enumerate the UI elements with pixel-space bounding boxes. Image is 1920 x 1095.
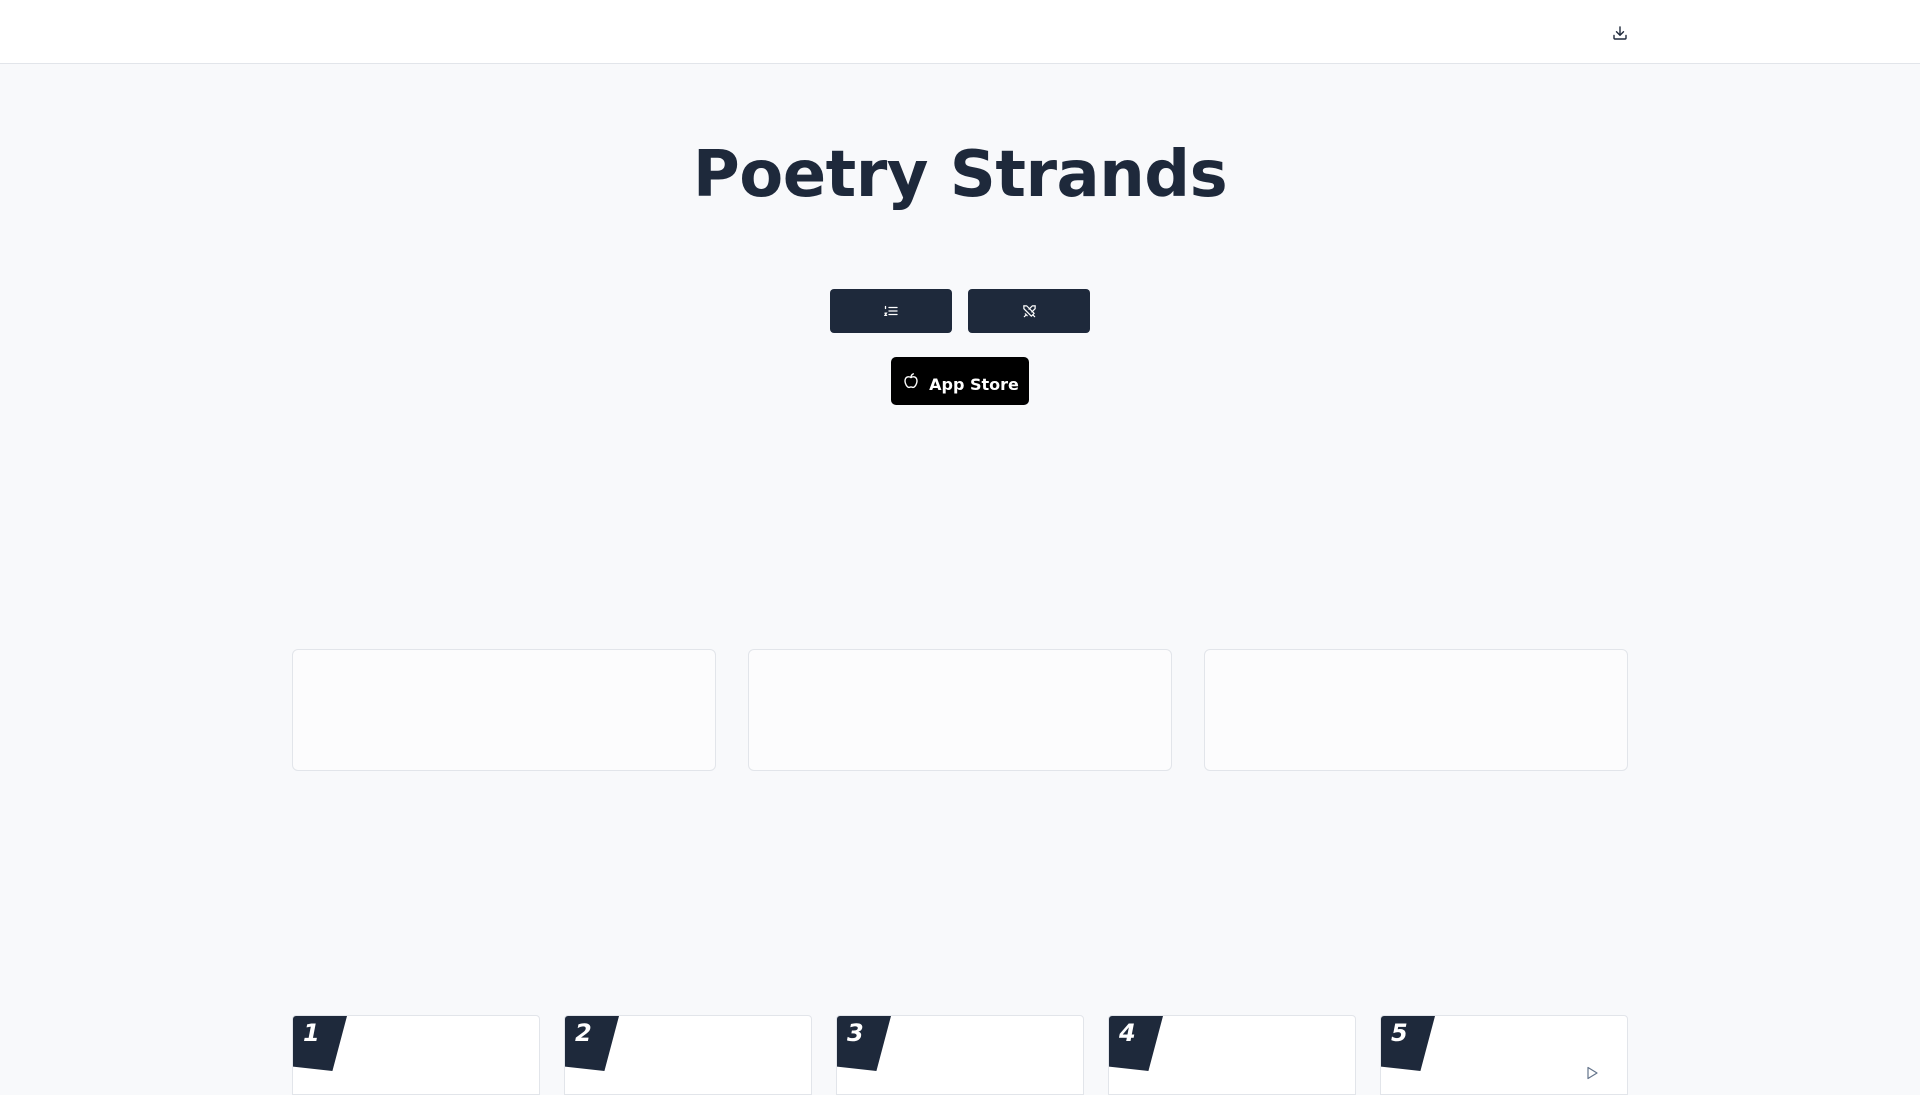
level-number: 5 (1391, 1019, 1408, 1047)
level-number: 1 (303, 1019, 320, 1047)
play-icon[interactable] (1584, 1065, 1600, 1081)
info-card (292, 649, 716, 771)
download-button[interactable] (1607, 20, 1633, 46)
level-tag (293, 1016, 347, 1071)
apple-icon (904, 373, 918, 389)
level-tag (1109, 1016, 1163, 1071)
list-icon (884, 305, 898, 317)
level-tag (837, 1016, 891, 1071)
level-card[interactable]: 4 (1108, 1015, 1356, 1095)
info-card (748, 649, 1172, 771)
page-title: Poetry Strands (692, 138, 1228, 212)
level-tag (1381, 1016, 1435, 1071)
level-card[interactable]: 5 (1380, 1015, 1628, 1095)
level-card[interactable]: 3 (836, 1015, 1084, 1095)
versus-button[interactable] (968, 289, 1090, 333)
level-number: 4 (1119, 1019, 1136, 1047)
level-card[interactable]: 1 (292, 1015, 540, 1095)
level-number: 3 (847, 1019, 864, 1047)
levels-list-button[interactable] (830, 289, 952, 333)
download-icon (1613, 26, 1627, 40)
info-card (1204, 649, 1628, 771)
swords-icon (1022, 304, 1036, 317)
top-bar (0, 0, 1920, 64)
app-store-label: App Store (929, 374, 1019, 394)
level-number: 2 (575, 1019, 592, 1047)
level-card[interactable]: 2 (564, 1015, 812, 1095)
app-store-button[interactable]: App Store (891, 357, 1029, 405)
level-tag (565, 1016, 619, 1071)
